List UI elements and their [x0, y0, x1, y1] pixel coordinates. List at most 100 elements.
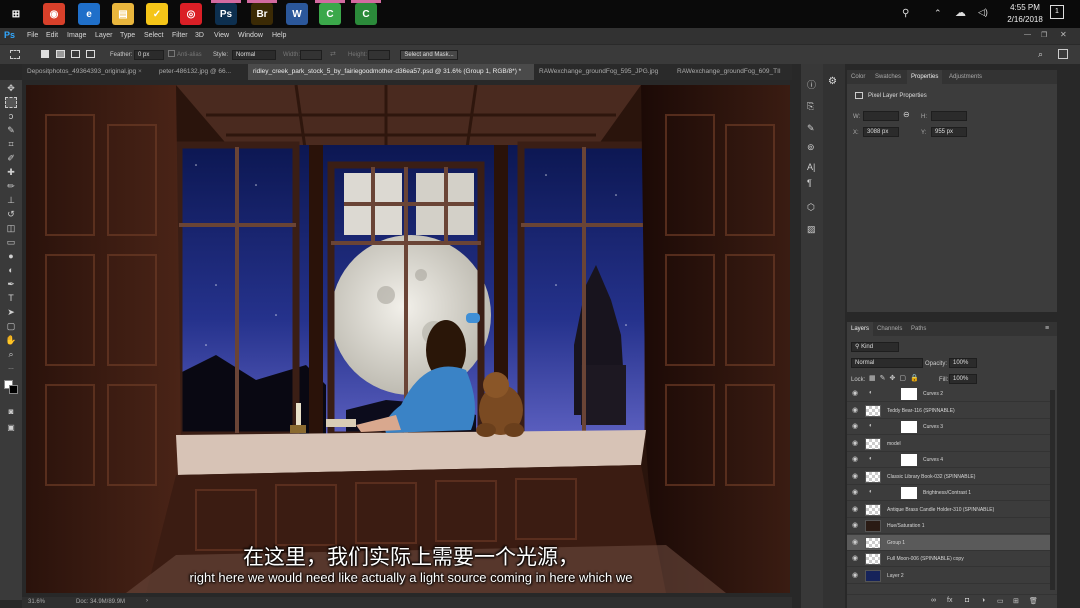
eyedropper-tool-icon[interactable]: ✐ [5, 153, 17, 164]
menu-type[interactable]: Type [120, 32, 135, 39]
word-icon[interactable]: W [286, 3, 308, 25]
width-field[interactable] [863, 111, 899, 121]
tab-color[interactable]: Color [847, 70, 869, 84]
search-icon[interactable]: ⌕ [1038, 49, 1043, 60]
libraries-icon[interactable]: ▨ [807, 224, 816, 235]
layer-row[interactable]: ◉ Teddy Bear-116 (SPINNABLE) [847, 403, 1050, 419]
camtasia-recorder-icon[interactable]: C [355, 3, 377, 25]
feather-input[interactable]: 0 px [134, 50, 164, 60]
layers-scrollbar[interactable] [1050, 390, 1055, 590]
tab-properties[interactable]: Properties [907, 70, 943, 84]
layer-row[interactable]: ◉ ◐ Curves 4 [847, 452, 1050, 468]
add-selection-icon[interactable] [56, 50, 65, 58]
rectangle-tool-icon[interactable]: ▢ [5, 321, 17, 332]
brush-tool-icon[interactable]: ✏ [5, 181, 17, 192]
visibility-eye-icon[interactable]: ◉ [852, 555, 860, 563]
layer-thumbnail[interactable] [865, 437, 881, 450]
y-field[interactable]: 955 px [931, 127, 967, 137]
layer-row[interactable]: ◉ model [847, 436, 1050, 452]
tab-document-active[interactable]: ridley_creek_park_stock_5_by_fairiegoodm… [248, 64, 534, 80]
menu-window[interactable]: Window [238, 32, 263, 39]
layer-row[interactable]: ◉ Antique Brass Candle Holder-310 (SPINNA… [847, 502, 1050, 518]
character-icon[interactable]: A| [807, 162, 815, 172]
tab-channels[interactable]: Channels [873, 322, 906, 336]
doc-size[interactable]: Doc: 34.9M/89.9M [76, 599, 125, 605]
menu-edit[interactable]: Edit [46, 32, 58, 39]
delete-layer-icon[interactable]: 🗑 [1029, 597, 1038, 605]
antialias-checkbox[interactable] [168, 50, 175, 57]
layer-mask-thumbnail[interactable] [901, 421, 917, 433]
fill-input[interactable]: 100% [949, 374, 977, 384]
type-tool-icon[interactable]: T [5, 293, 17, 304]
healing-brush-tool-icon[interactable]: ✚ [5, 167, 17, 178]
tab-adjustments[interactable]: Adjustments [945, 70, 986, 84]
add-mask-icon[interactable]: ◘ [965, 597, 969, 604]
panel-menu-icon[interactable]: ≡ [1045, 325, 1049, 332]
screen-mode-icon[interactable]: ▣ [5, 422, 17, 433]
layer-mask-thumbnail[interactable] [901, 388, 917, 400]
layer-row[interactable]: ◉ Hue/Saturation 1 [847, 518, 1050, 534]
menu-image[interactable]: Image [67, 32, 86, 39]
brush-settings-icon[interactable]: ✎ [807, 123, 815, 134]
minimize-button[interactable]: — [1024, 31, 1031, 38]
blend-mode-select[interactable]: Normal [851, 358, 923, 368]
new-selection-icon[interactable] [41, 50, 49, 58]
layer-row[interactable]: ◉ ◐ Brightness/Contrast 1 [847, 485, 1050, 501]
dodge-tool-icon[interactable]: ◐ [5, 265, 17, 276]
visibility-eye-icon[interactable]: ◉ [852, 390, 860, 398]
new-layer-icon[interactable]: ⊞ [1013, 597, 1019, 605]
clock[interactable]: 4:55 PM 2/16/2018 [1004, 3, 1046, 24]
layer-mask-thumbnail[interactable] [901, 487, 917, 499]
layer-row[interactable]: ◉ Layer 2 [847, 568, 1050, 584]
new-group-icon[interactable]: ▭ [997, 597, 1004, 605]
layer-thumbnail[interactable] [865, 520, 881, 532]
menu-file[interactable]: File [27, 32, 38, 39]
subtract-selection-icon[interactable] [71, 50, 80, 58]
visibility-eye-icon[interactable]: ◉ [852, 456, 860, 464]
link-layers-icon[interactable]: ∞ [931, 597, 936, 604]
visibility-eye-icon[interactable]: ◉ [852, 489, 860, 497]
status-arrow-icon[interactable]: › [146, 598, 148, 604]
eraser-tool-icon[interactable]: ◫ [5, 223, 17, 234]
edge-icon[interactable]: e [78, 3, 100, 25]
select-and-mask-button[interactable]: Select and Mask... [400, 50, 458, 60]
chevron-up-icon[interactable]: ⌃ [934, 8, 942, 19]
move-tool-icon[interactable]: ✥ [5, 83, 17, 94]
paragraph-icon[interactable]: ¶ [807, 178, 812, 188]
onedrive-icon[interactable]: ☁ [955, 6, 966, 19]
visibility-eye-icon[interactable]: ◉ [852, 572, 860, 580]
gradient-tool-icon[interactable]: ▭ [5, 237, 17, 248]
height-input[interactable] [368, 50, 390, 60]
3d-icon[interactable]: ⬡ [807, 202, 815, 213]
tab-paths[interactable]: Paths [907, 322, 930, 336]
layer-row[interactable]: ◉ Full Moon-006 (SPINNABLE) copy [847, 551, 1050, 567]
zoom-tool-icon[interactable]: ⌕ [5, 349, 17, 360]
tab-swatches[interactable]: Swatches [871, 70, 905, 84]
creative-cloud-icon[interactable]: ◎ [180, 3, 202, 25]
visibility-eye-icon[interactable]: ◉ [852, 407, 860, 415]
menu-layer[interactable]: Layer [95, 32, 113, 39]
norton-icon[interactable]: ✓ [146, 3, 168, 25]
layer-row[interactable]: ◉ ◐ Curves 2 [847, 386, 1050, 402]
fx-icon[interactable]: fx [947, 597, 952, 604]
visibility-eye-icon[interactable]: ◉ [852, 539, 860, 547]
navigator-icon[interactable]: ⚙ [828, 76, 837, 87]
adjustment-layer-icon[interactable]: ◑ [981, 597, 985, 604]
clone-source-icon[interactable]: ⊚ [807, 142, 815, 153]
tab-document-1[interactable]: Depositphotos_49364393_original.jpg × [22, 64, 154, 80]
menu-3d[interactable]: 3D [195, 32, 204, 39]
zoom-level[interactable]: 31.6% [28, 599, 45, 605]
layer-thumbnail[interactable] [865, 553, 881, 565]
people-icon[interactable]: ⚲ [902, 8, 909, 19]
layer-thumbnail[interactable] [865, 470, 881, 483]
tab-document-2[interactable]: peter-486132.jpg @ 66... [154, 64, 248, 80]
visibility-eye-icon[interactable]: ◉ [852, 522, 860, 530]
width-input[interactable] [300, 50, 322, 60]
marquee-tool-icon[interactable] [5, 97, 17, 108]
history-icon[interactable]: ⎘ [807, 101, 814, 112]
tab-layers[interactable]: Layers [847, 322, 874, 336]
lasso-tool-icon[interactable]: ↄ [5, 111, 17, 122]
visibility-eye-icon[interactable]: ◉ [852, 423, 860, 431]
photoshop-icon[interactable]: Ps [215, 3, 237, 25]
restore-button[interactable]: ❐ [1041, 31, 1047, 39]
